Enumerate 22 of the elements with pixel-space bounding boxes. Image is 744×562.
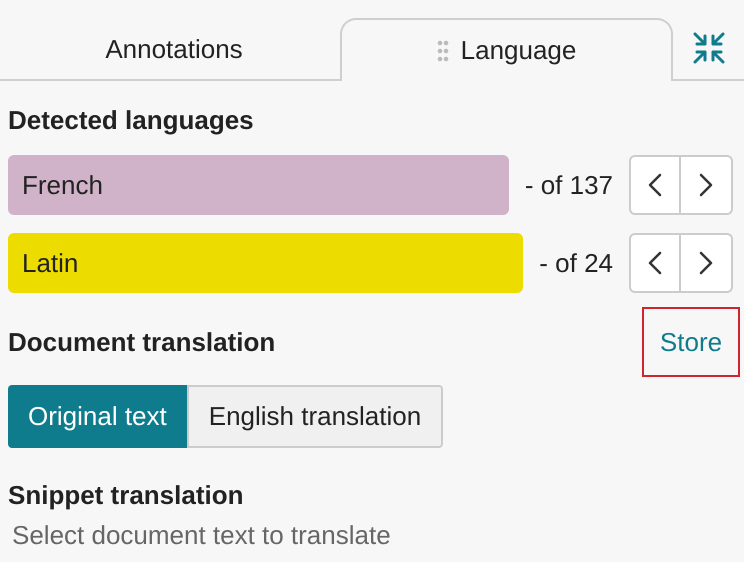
- previous-button[interactable]: [629, 233, 681, 293]
- language-bar[interactable]: Latin: [8, 233, 524, 293]
- store-link[interactable]: Store: [642, 307, 740, 377]
- section-heading: Document translation: [8, 326, 276, 358]
- section-heading: Detected languages: [8, 104, 255, 137]
- tab[interactable]: Annotations: [8, 18, 340, 81]
- chevron-left-icon: [648, 173, 662, 197]
- collapse-icon[interactable]: [692, 30, 726, 64]
- hint-text: Select document text to translate: [11, 519, 392, 552]
- section-heading: Snippet translation: [8, 479, 244, 512]
- next-button[interactable]: [681, 155, 733, 215]
- toggle-option[interactable]: Original text: [8, 385, 187, 448]
- toggle-option[interactable]: English translation: [186, 385, 444, 448]
- match-count: - of 137: [524, 168, 613, 202]
- match-count: - of 24: [539, 246, 613, 280]
- chevron-right-icon: [699, 251, 713, 275]
- chevron-right-icon: [699, 173, 713, 197]
- next-button[interactable]: [681, 233, 733, 293]
- chevron-left-icon: [648, 251, 662, 275]
- language-bar[interactable]: French: [8, 155, 509, 215]
- previous-button[interactable]: [629, 155, 681, 215]
- tab[interactable]: Language: [340, 18, 673, 81]
